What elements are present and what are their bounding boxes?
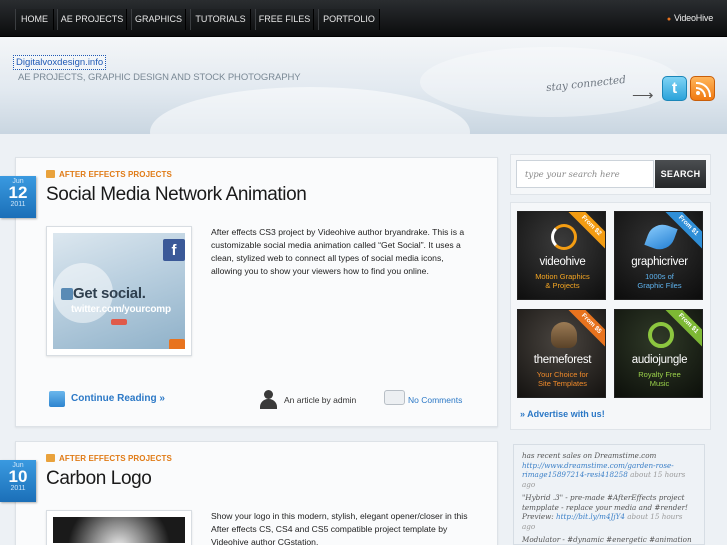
ad-subtitle: & Projects bbox=[545, 281, 580, 290]
book-icon bbox=[49, 391, 65, 407]
ad-brand: audiojungle bbox=[631, 354, 688, 366]
ad-subtitle: Motion Graphics bbox=[535, 272, 590, 281]
tweet-item: "Hybrid .3" - pre-made #AfterEffects pro… bbox=[522, 493, 696, 531]
themeforest-ad[interactable]: From $5 themeforest Your Choice for Site… bbox=[517, 309, 606, 398]
ad-brand: videohive bbox=[539, 256, 586, 268]
nav-item-tutorials[interactable]: TUTORIALS bbox=[190, 9, 251, 30]
graphicriver-logo-icon bbox=[644, 220, 678, 254]
post-date-day: 10 bbox=[8, 467, 28, 486]
rss-icon[interactable] bbox=[690, 76, 715, 101]
post-date-day: 12 bbox=[8, 183, 28, 202]
post-date-year: 2011 bbox=[10, 485, 26, 492]
videohive-link-label: VideoHive bbox=[673, 13, 713, 23]
header-cloud bbox=[150, 87, 470, 134]
graphicriver-ad[interactable]: From $1 graphicriver 1000s of Graphic Fi… bbox=[614, 211, 703, 300]
audiojungle-ad[interactable]: From $1 audiojungle Royalty Free Music bbox=[614, 309, 703, 398]
post-title-link[interactable]: Carbon Logo bbox=[46, 468, 152, 490]
post-byline: An article by admin bbox=[284, 395, 357, 405]
ad-brand: graphicriver bbox=[631, 256, 688, 268]
post-title-link[interactable]: Social Media Network Animation bbox=[46, 184, 307, 206]
post-excerpt: Show your logo in this modern, stylish, … bbox=[211, 511, 468, 545]
comments-link[interactable]: No Comments bbox=[408, 395, 462, 405]
post-category-label: AFTER EFFECTS PROJECTS bbox=[59, 170, 172, 179]
videohive-ad[interactable]: From $2 videohive Motion Graphics & Proj… bbox=[517, 211, 606, 300]
site-header: Digitalvoxdesign.info AE PROJECTS, GRAPH… bbox=[0, 37, 727, 134]
audiojungle-logo-icon bbox=[648, 322, 674, 348]
rss-icon bbox=[169, 339, 185, 349]
post-date-badge: Jun 12 2011 bbox=[0, 176, 36, 218]
post-category-label: AFTER EFFECTS PROJECTS bbox=[59, 454, 172, 463]
thumb-heading: Get social. bbox=[73, 285, 146, 302]
site-tagline: AE PROJECTS, GRAPHIC DESIGN AND STOCK PH… bbox=[18, 72, 301, 83]
top-navigation-bar: HOME AE PROJECTS GRAPHICS TUTORIALS FREE… bbox=[0, 0, 727, 37]
post-category-link[interactable]: AFTER EFFECTS PROJECTS bbox=[46, 170, 172, 179]
advertise-link[interactable]: » Advertise with us! bbox=[520, 409, 605, 419]
comment-bubble-icon bbox=[384, 390, 405, 405]
nav-item-portfolio[interactable]: PORTFOLIO bbox=[318, 9, 380, 30]
videohive-logo-icon bbox=[551, 224, 577, 250]
post-date-year: 2011 bbox=[10, 201, 26, 208]
bullet-icon: ● bbox=[666, 16, 671, 23]
cube-icon bbox=[61, 288, 73, 300]
ad-subtitle: 1000s of bbox=[645, 272, 674, 281]
arrow-right-icon: ⟶ bbox=[632, 87, 654, 104]
videohive-link[interactable]: ● VideoHive bbox=[667, 13, 713, 23]
tweet-text: Modulator - #dynamic #energetic #animati… bbox=[522, 535, 692, 544]
nav-item-home[interactable]: HOME bbox=[15, 9, 54, 30]
thumb-subtext: twitter.com/yourcomp bbox=[71, 304, 171, 315]
search-button[interactable]: SEARCH bbox=[655, 160, 706, 188]
nav-item-graphics[interactable]: GRAPHICS bbox=[131, 9, 186, 30]
nav-item-ae-projects[interactable]: AE PROJECTS bbox=[57, 9, 127, 30]
folder-icon bbox=[46, 454, 55, 462]
ad-subtitle: Music bbox=[649, 379, 670, 388]
twitter-icon[interactable]: t bbox=[662, 76, 687, 101]
post-thumbnail[interactable]: f Get social. twitter.com/yourcomp bbox=[46, 226, 192, 356]
post-date-badge: Jun 10 2011 bbox=[0, 460, 36, 502]
continue-reading-link[interactable]: Continue Reading » bbox=[71, 393, 165, 404]
thumbnail-image: f Get social. twitter.com/yourcomp bbox=[53, 233, 185, 349]
tweet-item: Modulator - #dynamic #energetic #animati… bbox=[522, 535, 696, 544]
tweet-link[interactable]: http://bit.ly/m4JjY4 bbox=[556, 512, 625, 521]
person-icon bbox=[259, 390, 277, 409]
themeforest-logo-icon bbox=[551, 322, 577, 348]
post-thumbnail[interactable] bbox=[46, 510, 192, 545]
ad-subtitle: Site Templates bbox=[537, 379, 588, 388]
post-category-link[interactable]: AFTER EFFECTS PROJECTS bbox=[46, 454, 172, 463]
post-excerpt: After effects CS3 project by Videohive a… bbox=[211, 227, 465, 276]
twitter-feed-panel: has recent sales on Dreamstime.com http:… bbox=[513, 444, 705, 545]
tag-icon bbox=[111, 319, 127, 325]
nav-item-free-files[interactable]: FREE FILES bbox=[255, 9, 314, 30]
ad-subtitle: Royalty Free bbox=[638, 370, 681, 379]
tweet-item: has recent sales on Dreamstime.com http:… bbox=[522, 451, 696, 489]
folder-icon bbox=[46, 170, 55, 178]
ad-subtitle: Your Choice for bbox=[536, 370, 589, 379]
ad-subtitle: Graphic Files bbox=[637, 281, 682, 290]
search-input[interactable]: type your search here bbox=[516, 160, 654, 188]
thumbnail-image bbox=[53, 517, 185, 543]
tweet-text: has recent sales on Dreamstime.com bbox=[522, 451, 657, 460]
ad-brand: themeforest bbox=[533, 354, 592, 366]
site-title-link[interactable]: Digitalvoxdesign.info bbox=[13, 55, 107, 70]
facebook-icon: f bbox=[163, 239, 185, 261]
